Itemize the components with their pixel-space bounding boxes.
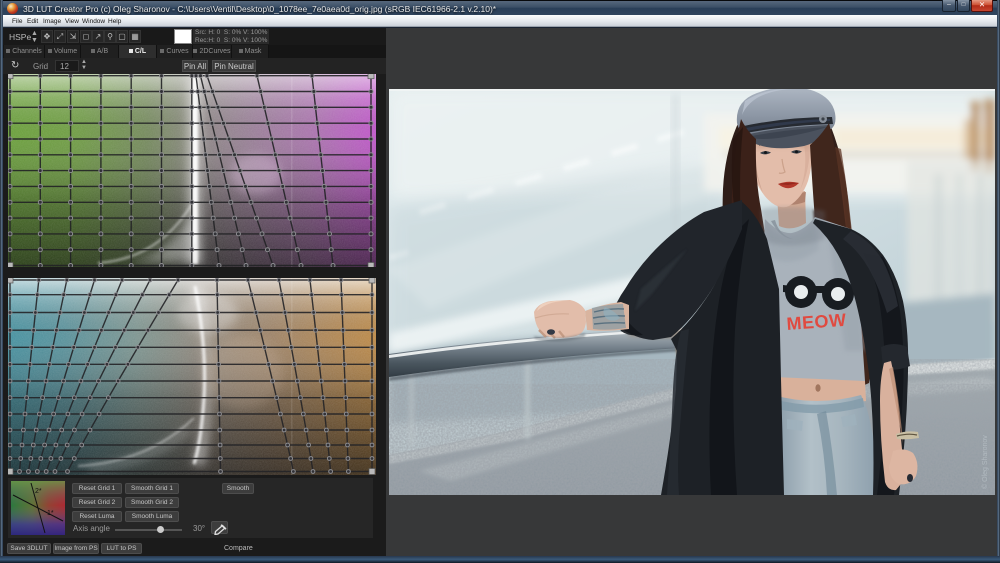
svg-text:© Oleg Sharonov: © Oleg Sharonov xyxy=(981,435,989,489)
svg-text:MEOW: MEOW xyxy=(786,310,847,334)
svg-text:1*: 1* xyxy=(47,510,54,517)
svg-text:2*: 2* xyxy=(35,488,42,495)
